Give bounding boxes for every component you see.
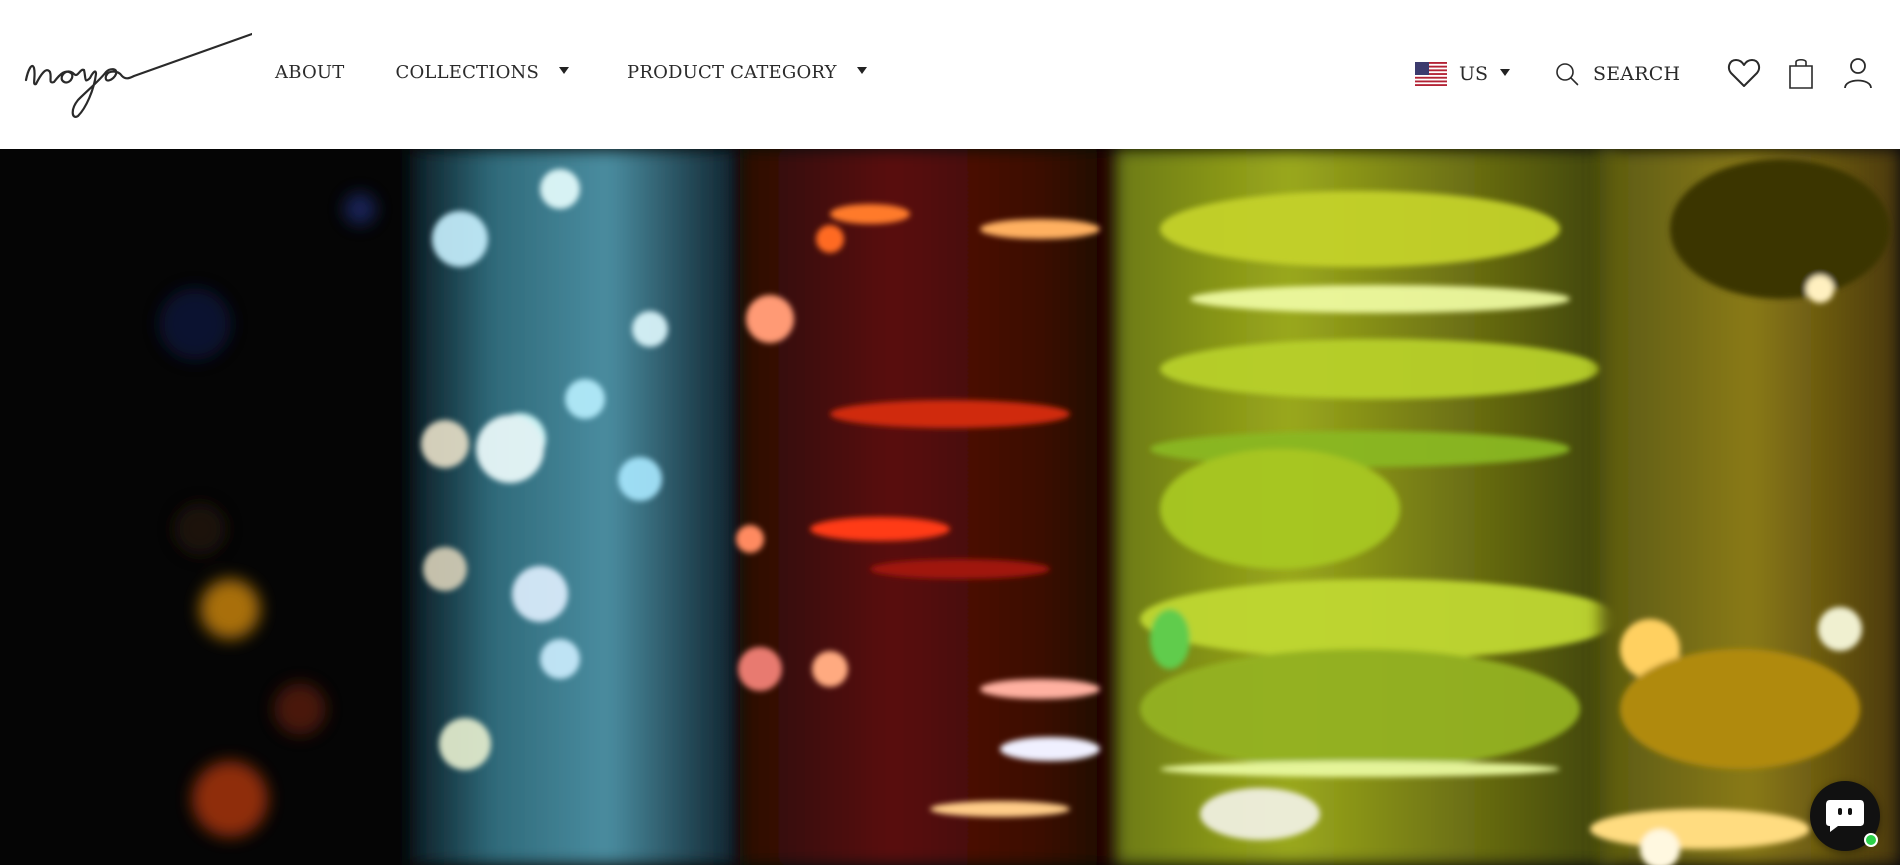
us-flag-icon <box>1415 62 1447 86</box>
cart-button[interactable] <box>1784 56 1818 90</box>
wishlist-button[interactable] <box>1727 56 1761 90</box>
search-label: SEARCH <box>1593 63 1681 85</box>
nav-item-label: COLLECTIONS <box>395 62 540 83</box>
nav-item-about[interactable]: ABOUT <box>275 62 345 83</box>
locale-country: US <box>1459 63 1489 85</box>
hero-image <box>0 149 1900 865</box>
noya-logo-signature <box>24 32 254 118</box>
caret-down-icon <box>559 67 570 74</box>
chat-bubble-icon <box>1826 800 1864 832</box>
hero-banner <box>0 149 1900 865</box>
brand-logo[interactable] <box>22 28 254 120</box>
caret-down-icon <box>856 67 867 74</box>
locale-selector[interactable]: US <box>1415 54 1511 94</box>
online-status-dot <box>1864 833 1878 847</box>
account-button[interactable] <box>1841 56 1875 90</box>
search-icon <box>1556 63 1579 86</box>
nav-item-label: PRODUCT CATEGORY <box>627 62 837 83</box>
nav-item-collections[interactable]: COLLECTIONS <box>396 62 570 83</box>
search-button[interactable]: SEARCH <box>1555 54 1680 94</box>
user-icon <box>1844 58 1872 89</box>
caret-down-icon <box>1500 68 1511 76</box>
main-nav: ABOUT COLLECTIONS PRODUCT CATEGORY <box>275 62 867 83</box>
shopping-bag-icon <box>1789 58 1813 89</box>
nav-item-label: ABOUT <box>275 62 345 83</box>
nav-item-product-category[interactable]: PRODUCT CATEGORY <box>627 62 867 83</box>
site-header: ABOUT COLLECTIONS PRODUCT CATEGORY US SE… <box>0 0 1900 149</box>
heart-icon <box>1727 59 1761 87</box>
chat-widget-button[interactable] <box>1810 781 1880 851</box>
